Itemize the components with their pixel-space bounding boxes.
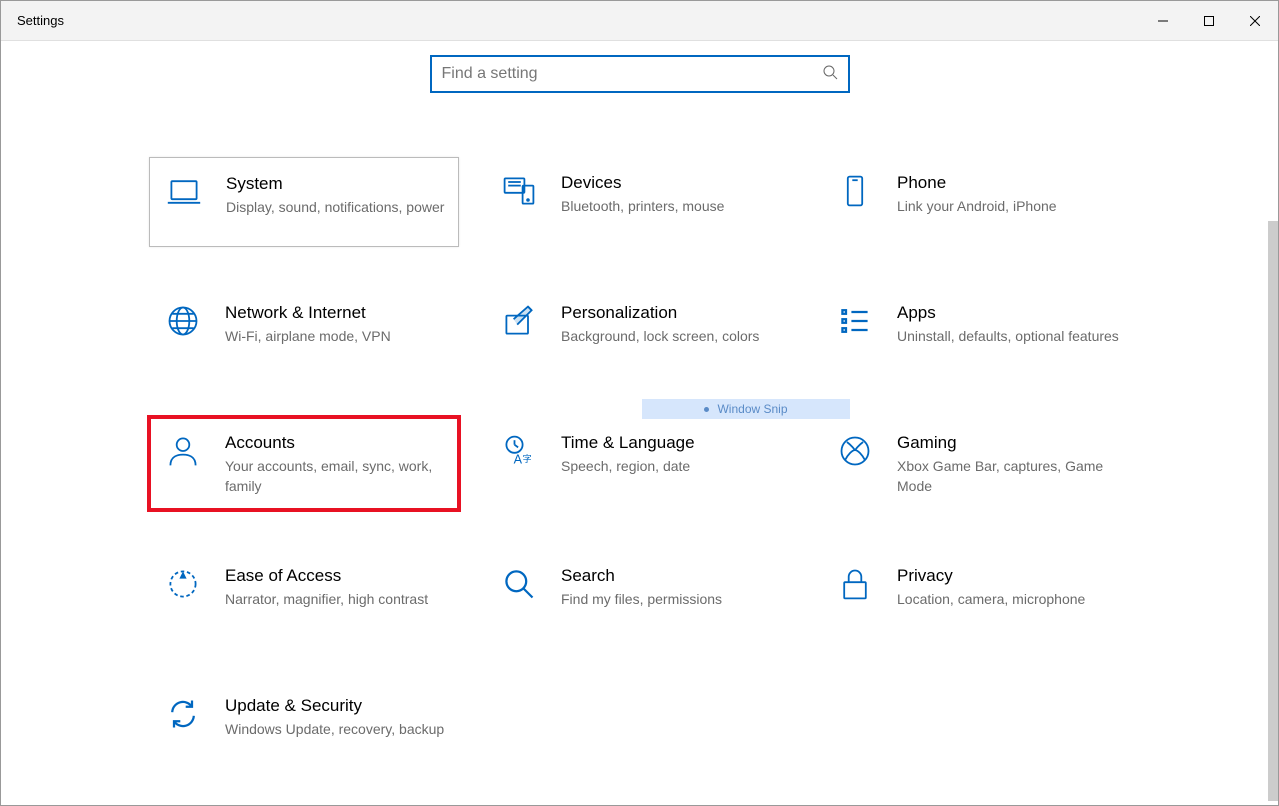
tile-desc: Bluetooth, printers, mouse	[561, 197, 785, 217]
tile-desc: Speech, region, date	[561, 457, 785, 477]
tile-ease-of-access[interactable]: Ease of Access Narrator, magnifier, high…	[149, 550, 459, 640]
tile-title: Gaming	[897, 433, 1121, 453]
tile-title: Ease of Access	[225, 566, 449, 586]
tile-privacy[interactable]: Privacy Location, camera, microphone	[821, 550, 1131, 640]
tile-search[interactable]: Search Find my files, permissions	[485, 550, 795, 640]
paint-icon	[499, 301, 539, 341]
tile-desc: Your accounts, email, sync, work, family	[225, 457, 449, 496]
search-box[interactable]	[430, 55, 850, 93]
tile-title: Personalization	[561, 303, 785, 323]
tile-gaming[interactable]: Gaming Xbox Game Bar, captures, Game Mod…	[821, 417, 1131, 510]
magnifier-icon	[499, 564, 539, 604]
tile-update[interactable]: Update & Security Windows Update, recove…	[149, 680, 459, 770]
tile-desc: Narrator, magnifier, high contrast	[225, 590, 449, 610]
ease-icon	[163, 564, 203, 604]
content-area: System Display, sound, notifications, po…	[1, 41, 1278, 805]
tile-phone[interactable]: Phone Link your Android, iPhone	[821, 157, 1131, 247]
tile-title: Privacy	[897, 566, 1121, 586]
tile-time[interactable]: A字 Time & Language Speech, region, date	[485, 417, 795, 510]
tile-network[interactable]: Network & Internet Wi-Fi, airplane mode,…	[149, 287, 459, 377]
devices-icon	[499, 171, 539, 211]
xbox-icon	[835, 431, 875, 471]
minimize-button[interactable]	[1140, 1, 1186, 41]
tile-desc: Display, sound, notifications, power	[226, 198, 448, 218]
tile-title: Phone	[897, 173, 1121, 193]
globe-icon	[163, 301, 203, 341]
tile-title: System	[226, 174, 448, 194]
tile-personalization[interactable]: Personalization Background, lock screen,…	[485, 287, 795, 377]
close-button[interactable]	[1232, 1, 1278, 41]
svg-text:A: A	[514, 453, 523, 467]
window-title: Settings	[17, 13, 64, 28]
titlebar: Settings	[1, 1, 1278, 41]
tile-desc: Wi-Fi, airplane mode, VPN	[225, 327, 449, 347]
laptop-icon	[164, 172, 204, 212]
tile-desc: Background, lock screen, colors	[561, 327, 785, 347]
phone-icon	[835, 171, 875, 211]
tile-desc: Link your Android, iPhone	[897, 197, 1121, 217]
tile-apps[interactable]: Apps Uninstall, defaults, optional featu…	[821, 287, 1131, 377]
search-input[interactable]	[442, 65, 822, 83]
search-icon	[822, 64, 838, 85]
tile-desc: Windows Update, recovery, backup	[225, 720, 449, 740]
svg-text:字: 字	[523, 453, 532, 464]
lock-icon	[835, 564, 875, 604]
search-wrap	[1, 55, 1278, 93]
time-language-icon: A字	[499, 431, 539, 471]
tile-system[interactable]: System Display, sound, notifications, po…	[149, 157, 459, 247]
tile-title: Network & Internet	[225, 303, 449, 323]
tile-desc: Find my files, permissions	[561, 590, 785, 610]
window-controls	[1140, 1, 1278, 40]
sync-icon	[163, 694, 203, 734]
person-icon	[163, 431, 203, 471]
settings-grid: System Display, sound, notifications, po…	[149, 157, 1131, 770]
tile-title: Time & Language	[561, 433, 785, 453]
tile-title: Accounts	[225, 433, 449, 453]
tile-title: Apps	[897, 303, 1121, 323]
tile-title: Devices	[561, 173, 785, 193]
apps-list-icon	[835, 301, 875, 341]
tile-title: Update & Security	[225, 696, 449, 716]
tile-desc: Uninstall, defaults, optional features	[897, 327, 1121, 347]
tile-devices[interactable]: Devices Bluetooth, printers, mouse	[485, 157, 795, 247]
tile-accounts[interactable]: Accounts Your accounts, email, sync, wor…	[149, 417, 459, 510]
vertical-scrollbar[interactable]	[1268, 221, 1278, 801]
tile-desc: Xbox Game Bar, captures, Game Mode	[897, 457, 1121, 496]
tile-title: Search	[561, 566, 785, 586]
maximize-button[interactable]	[1186, 1, 1232, 41]
tile-desc: Location, camera, microphone	[897, 590, 1121, 610]
